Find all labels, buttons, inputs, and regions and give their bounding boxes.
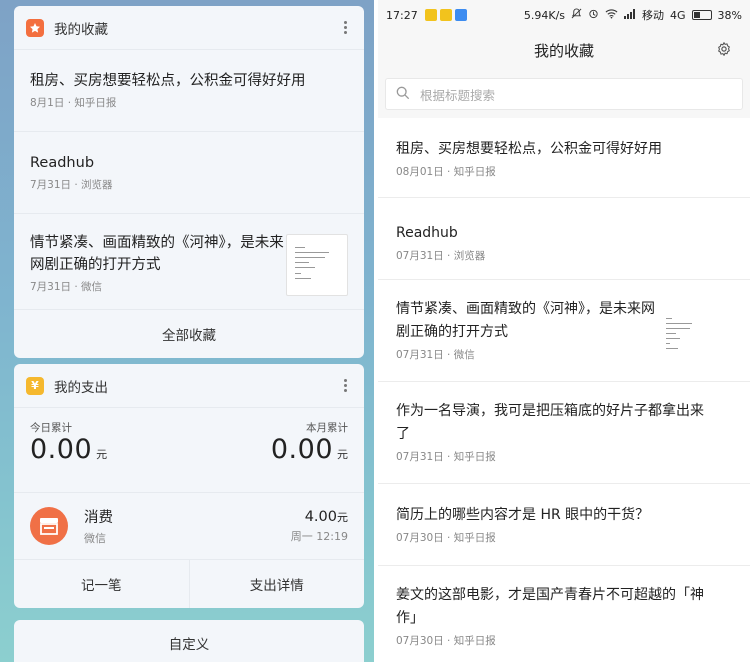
customize-widget: 自定义 bbox=[14, 620, 364, 662]
expense-entry[interactable]: 消费 微信 4.00元 周一 12:19 bbox=[14, 492, 364, 560]
favorite-item[interactable]: 租房、买房想要轻松点，公积金可得好好用 8月1日 · 知乎日报 bbox=[14, 50, 364, 132]
favorite-item-title: Readhub bbox=[30, 155, 95, 171]
all-favorites-button[interactable]: 全部收藏 bbox=[14, 310, 364, 358]
yen-icon: ¥ bbox=[26, 376, 44, 395]
notification-icon bbox=[424, 9, 437, 21]
expenses-widget: ¥ 我的支出 今日累计 本月累计 0.00 元 0.00 元 消费 微信 4.0… bbox=[14, 364, 364, 608]
signal-icon bbox=[624, 8, 636, 22]
month-total-label: 本月累计 bbox=[306, 422, 348, 434]
expense-labels: 今日累计 本月累计 bbox=[30, 420, 348, 435]
customize-button[interactable]: 自定义 bbox=[14, 620, 364, 662]
wifi-icon bbox=[605, 8, 618, 22]
favorite-item-title: 租房、买房想要轻松点，公积金可得好好用 bbox=[30, 73, 306, 89]
expense-time: 周一 12:19 bbox=[290, 529, 348, 543]
list-item-title-line2: 作」 bbox=[396, 610, 424, 626]
expenses-widget-header: ¥ 我的支出 bbox=[14, 364, 364, 408]
today-total-unit: 元 bbox=[96, 448, 108, 461]
search-bar: 根据标题搜索 bbox=[378, 70, 750, 118]
expense-actions: 记一笔 支出详情 bbox=[14, 560, 364, 608]
favorite-item[interactable]: Readhub 7月31日 · 浏览器 bbox=[14, 132, 364, 214]
list-item-title: 租房、买房想要轻松点，公积金可得好好用 bbox=[396, 141, 662, 157]
month-total: 0.00 元 bbox=[271, 434, 348, 465]
today-total-label: 今日累计 bbox=[30, 422, 72, 434]
shop-icon bbox=[30, 507, 68, 545]
favorite-item-meta: 7月31日 · 浏览器 bbox=[30, 179, 113, 191]
app-header: 我的收藏 bbox=[378, 30, 750, 70]
favorite-item[interactable]: 情节紧凑、画面精致的《河神》，是未来 网剧正确的打开方式 7月31日 · 微信 bbox=[14, 214, 364, 310]
mute-icon bbox=[571, 8, 582, 22]
list-item-title-line1: 作为一名导演，我可是把压箱底的好片子都拿出来 bbox=[396, 403, 704, 419]
list-item[interactable]: Readhub 07月31日 · 浏览器 bbox=[378, 198, 750, 280]
page-title: 我的收藏 bbox=[533, 41, 594, 60]
expenses-widget-title: 我的支出 bbox=[54, 379, 108, 396]
list-item-meta: 07月31日 · 浏览器 bbox=[396, 250, 486, 262]
favorites-list: 租房、买房想要轻松点，公积金可得好好用 08月01日 · 知乎日报 Readhu… bbox=[378, 118, 750, 662]
network-type: 4G bbox=[670, 8, 686, 22]
battery-fill bbox=[693, 12, 700, 18]
list-item-title: 简历上的哪些内容才是 HR 眼中的干货？ bbox=[396, 507, 650, 523]
battery-icon bbox=[691, 10, 712, 20]
gear-icon[interactable] bbox=[716, 41, 732, 61]
expense-amounts: 0.00 元 0.00 元 bbox=[30, 434, 348, 465]
battery-percent: 38% bbox=[717, 8, 742, 22]
favorite-item-meta: 8月1日 · 知乎日报 bbox=[30, 97, 117, 109]
status-time: 17:27 bbox=[386, 8, 418, 22]
today-total-amount: 0.00 bbox=[30, 434, 93, 465]
phone-screen: 17:27 5.94K/s 移动 4G 38% 我的收藏 根据标题搜索 租房、买… bbox=[378, 0, 750, 662]
list-item-meta: 07月30日 · 知乎日报 bbox=[396, 635, 496, 647]
expense-amount-unit: 元 bbox=[337, 510, 348, 524]
list-item-title: Readhub bbox=[396, 225, 458, 241]
expense-details-button[interactable]: 支出详情 bbox=[190, 560, 365, 608]
today-total: 0.00 元 bbox=[30, 434, 107, 465]
record-expense-button[interactable]: 记一笔 bbox=[14, 560, 190, 608]
list-item-meta: 07月31日 · 知乎日报 bbox=[396, 451, 496, 463]
favorites-widget: 我的收藏 租房、买房想要轻松点，公积金可得好好用 8月1日 · 知乎日报 Rea… bbox=[14, 6, 364, 358]
more-vertical-icon[interactable] bbox=[338, 379, 352, 392]
list-item-meta: 07月30日 · 知乎日报 bbox=[396, 532, 496, 544]
notification-icon bbox=[439, 9, 452, 21]
widget-panel: 我的收藏 租房、买房想要轻松点，公积金可得好好用 8月1日 · 知乎日报 Rea… bbox=[0, 0, 374, 662]
search-placeholder: 根据标题搜索 bbox=[420, 87, 496, 103]
notification-icon bbox=[454, 9, 467, 21]
list-item-title-line2: 了 bbox=[396, 426, 410, 442]
article-thumbnail bbox=[666, 310, 710, 354]
favorites-widget-title: 我的收藏 bbox=[54, 21, 108, 38]
favorites-widget-header: 我的收藏 bbox=[14, 6, 364, 50]
star-icon bbox=[26, 18, 44, 37]
search-input[interactable]: 根据标题搜索 bbox=[385, 78, 743, 110]
list-item[interactable]: 情节紧凑、画面精致的《河神》，是未来网 剧正确的打开方式 07月31日 · 微信 bbox=[378, 280, 750, 382]
expense-amount: 4.00元 bbox=[291, 509, 348, 525]
more-vertical-icon[interactable] bbox=[338, 21, 352, 34]
list-item[interactable]: 租房、买房想要轻松点，公积金可得好好用 08月01日 · 知乎日报 bbox=[378, 118, 750, 198]
network-speed: 5.94K/s bbox=[523, 8, 566, 22]
list-item[interactable]: 简历上的哪些内容才是 HR 眼中的干货？ 07月30日 · 知乎日报 bbox=[378, 484, 750, 566]
carrier-name: 移动 bbox=[642, 9, 665, 22]
status-bar: 17:27 5.94K/s 移动 4G 38% bbox=[378, 0, 750, 30]
month-total-amount: 0.00 bbox=[270, 434, 333, 465]
expense-amount-value: 4.00 bbox=[304, 508, 337, 525]
article-thumbnail bbox=[286, 234, 348, 296]
list-item-meta: 08月01日 · 知乎日报 bbox=[396, 166, 496, 178]
alarm-icon bbox=[588, 8, 599, 22]
expense-source: 微信 bbox=[84, 532, 106, 545]
list-item-title-line1: 姜文的这部电影，才是国产青春片不可超越的「神 bbox=[396, 587, 704, 603]
expense-name: 消费 bbox=[84, 510, 113, 526]
search-icon bbox=[396, 85, 410, 104]
list-item[interactable]: 作为一名导演，我可是把压箱底的好片子都拿出来 了 07月31日 · 知乎日报 bbox=[378, 382, 750, 484]
month-total-unit: 元 bbox=[337, 448, 348, 461]
list-item[interactable]: 姜文的这部电影，才是国产青春片不可超越的「神 作」 07月30日 · 知乎日报 bbox=[378, 566, 750, 662]
